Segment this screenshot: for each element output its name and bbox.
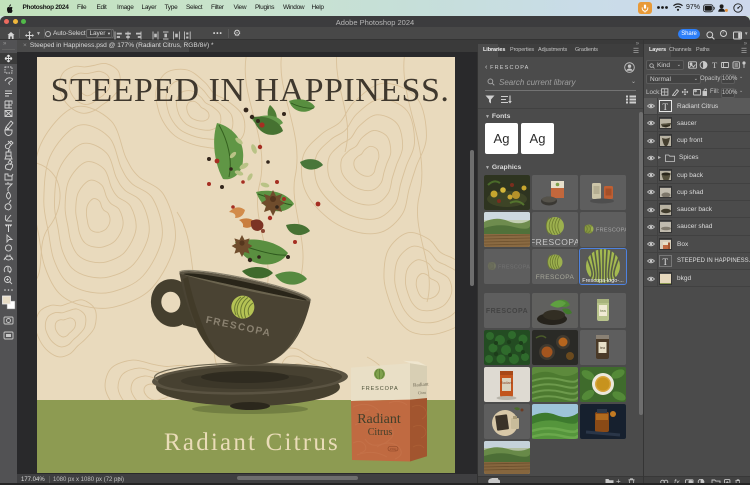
svg-text:FRESCOPA: FRESCOPA bbox=[532, 237, 578, 247]
svg-text:Citrus: Citrus bbox=[368, 427, 393, 438]
svg-text:tea: tea bbox=[600, 308, 606, 313]
svg-text:FRESCOPA: FRESCOPA bbox=[596, 228, 626, 234]
svg-text:FRESCOPA: FRESCOPA bbox=[361, 386, 398, 392]
svg-text:150g: 150g bbox=[390, 447, 397, 451]
svg-text:FRESCOPA: FRESCOPA bbox=[486, 308, 528, 315]
svg-text:Frescopa-logo-...: Frescopa-logo-... bbox=[582, 278, 624, 284]
svg-text:FRESCOPA: FRESCOPA bbox=[536, 274, 575, 281]
svg-text:T: T bbox=[712, 61, 718, 69]
svg-text:Radiant: Radiant bbox=[357, 412, 401, 427]
svg-text:Radiant: Radiant bbox=[500, 381, 512, 385]
svg-text:tea: tea bbox=[600, 346, 605, 350]
svg-text:FRESCOPA: FRESCOPA bbox=[498, 265, 530, 271]
svg-text:Citru: Citru bbox=[418, 390, 427, 396]
